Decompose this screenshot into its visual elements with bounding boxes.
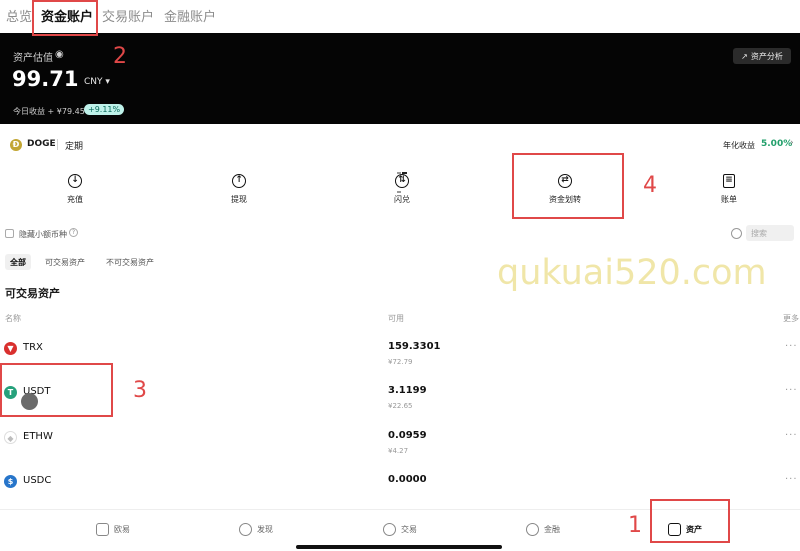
home-indicator <box>296 545 502 549</box>
more-icon[interactable]: ··· <box>785 430 798 441</box>
asset-row-ethw[interactable]: ◆ ETHW 0.0959 ¥4.27 ··· <box>0 427 800 467</box>
nav-discover[interactable]: 发现 <box>239 520 273 538</box>
discover-icon <box>239 522 252 536</box>
filter-row: 隐藏小额币种 ? 搜索 <box>0 225 800 245</box>
apy-label: 年化收益 <box>723 141 755 150</box>
home-icon <box>96 522 109 536</box>
doge-savings-banner[interactable]: Ð DOGE 定期 年化收益 5.00% › <box>0 133 800 157</box>
convert-button[interactable]: ⇅ 闪兑 <box>372 174 432 214</box>
pager-dots <box>397 159 411 193</box>
annotation-box-1 <box>650 499 730 543</box>
bill-label: 账单 <box>721 195 737 204</box>
asset-fiat: ¥22.65 <box>388 402 413 410</box>
filter-nontradable[interactable]: 不可交易资产 <box>101 254 159 270</box>
trx-coin-icon: ▼ <box>4 342 17 355</box>
currency-label: CNY <box>84 77 103 87</box>
annotation-box-4 <box>512 153 624 219</box>
deposit-icon: ↓ <box>68 174 82 188</box>
chart-icon: ↗ <box>741 51 748 61</box>
withdraw-button[interactable]: ↑ 提现 <box>209 174 269 214</box>
filter-tradable[interactable]: 可交易资产 <box>40 254 90 270</box>
nav-home-label: 欧易 <box>114 524 130 534</box>
annotation-box-2 <box>32 0 98 36</box>
column-name: 名称 <box>5 314 21 323</box>
convert-label: 闪兑 <box>394 195 410 204</box>
withdraw-icon: ↑ <box>232 174 246 188</box>
asset-analysis-button[interactable]: ↗ 资产分析 <box>733 48 791 64</box>
column-more: 更多 <box>783 314 799 323</box>
today-pnl-badge: +9.11% <box>84 104 125 115</box>
total-balance: 99.71 <box>12 67 79 91</box>
eye-icon[interactable]: ◉ <box>55 49 64 60</box>
usdc-coin-icon: $ <box>4 475 17 488</box>
tab-finance-account[interactable]: 金融账户 <box>164 6 216 25</box>
annotation-box-3 <box>0 363 113 417</box>
column-available: 可用 <box>388 314 404 323</box>
nav-finance-label: 金融 <box>544 524 560 534</box>
annotation-number-3: 3 <box>133 378 147 403</box>
search-input[interactable]: 搜索 <box>746 225 794 241</box>
deposit-button[interactable]: ↓ 充值 <box>45 174 105 214</box>
tab-trading-account[interactable]: 交易账户 <box>102 6 154 25</box>
apy-value: 5.00% <box>761 139 793 149</box>
finance-icon <box>526 522 539 536</box>
settings-icon[interactable] <box>731 228 742 239</box>
nav-trade-label: 交易 <box>401 524 417 534</box>
hide-small-checkbox[interactable] <box>5 229 14 238</box>
bill-icon: ≡ <box>723 174 735 188</box>
doge-coin-icon: Ð <box>10 139 22 151</box>
annotation-number-2: 2 <box>113 44 127 69</box>
more-icon[interactable]: ··· <box>785 474 798 485</box>
more-icon[interactable]: ··· <box>785 385 798 396</box>
nav-home[interactable]: 欧易 <box>96 520 130 538</box>
currency-selector[interactable]: CNY ▾ <box>84 77 110 87</box>
nav-discover-label: 发现 <box>257 524 273 534</box>
tab-overview[interactable]: 总览 <box>6 6 32 25</box>
convert-icon: ⇅ <box>395 174 409 188</box>
doge-label: DOGE <box>27 139 56 149</box>
asset-name: TRX <box>23 342 43 353</box>
asset-amount: 0.0000 <box>388 474 427 485</box>
asset-fiat: ¥4.27 <box>388 447 409 455</box>
chevron-right-icon: › <box>790 138 794 148</box>
annotation-number-4: 4 <box>643 173 657 198</box>
asset-row-trx[interactable]: ▼ TRX 159.3301 ¥72.79 ··· <box>0 338 800 378</box>
hide-small-label: 隐藏小额币种 <box>19 230 67 239</box>
annotation-number-1: 1 <box>628 513 642 538</box>
asset-name: ETHW <box>23 431 53 442</box>
asset-fiat: ¥72.79 <box>388 358 413 366</box>
today-pnl: 今日收益 + ¥79.45 <box>13 107 85 116</box>
asset-amount: 0.0959 <box>388 430 427 441</box>
section-title: 可交易资产 <box>5 287 60 300</box>
asset-amount: 159.3301 <box>388 341 441 352</box>
asset-name: USDC <box>23 475 52 486</box>
bill-button[interactable]: ≡ 账单 <box>699 174 759 214</box>
filter-all[interactable]: 全部 <box>5 254 31 270</box>
watermark-text: qukuai520.com <box>497 253 767 293</box>
trade-icon <box>383 522 396 536</box>
ethw-coin-icon: ◆ <box>4 431 17 444</box>
account-tabs: 总览 资金账户 交易账户 金融账户 <box>0 0 800 30</box>
estimate-label: 资产估值 <box>13 53 53 64</box>
doge-term: 定期 <box>65 142 84 152</box>
more-icon[interactable]: ··· <box>785 341 798 352</box>
deposit-label: 充值 <box>67 195 83 204</box>
asset-analysis-label: 资产分析 <box>750 51 783 61</box>
asset-amount: 3.1199 <box>388 385 427 396</box>
info-icon[interactable]: ? <box>69 228 78 237</box>
withdraw-label: 提现 <box>231 195 247 204</box>
nav-finance[interactable]: 金融 <box>526 520 560 538</box>
divider <box>57 139 58 150</box>
nav-trade[interactable]: 交易 <box>383 520 417 538</box>
asset-row-usdt[interactable]: T USDT 3.1199 ¥22.65 ··· <box>0 382 800 422</box>
